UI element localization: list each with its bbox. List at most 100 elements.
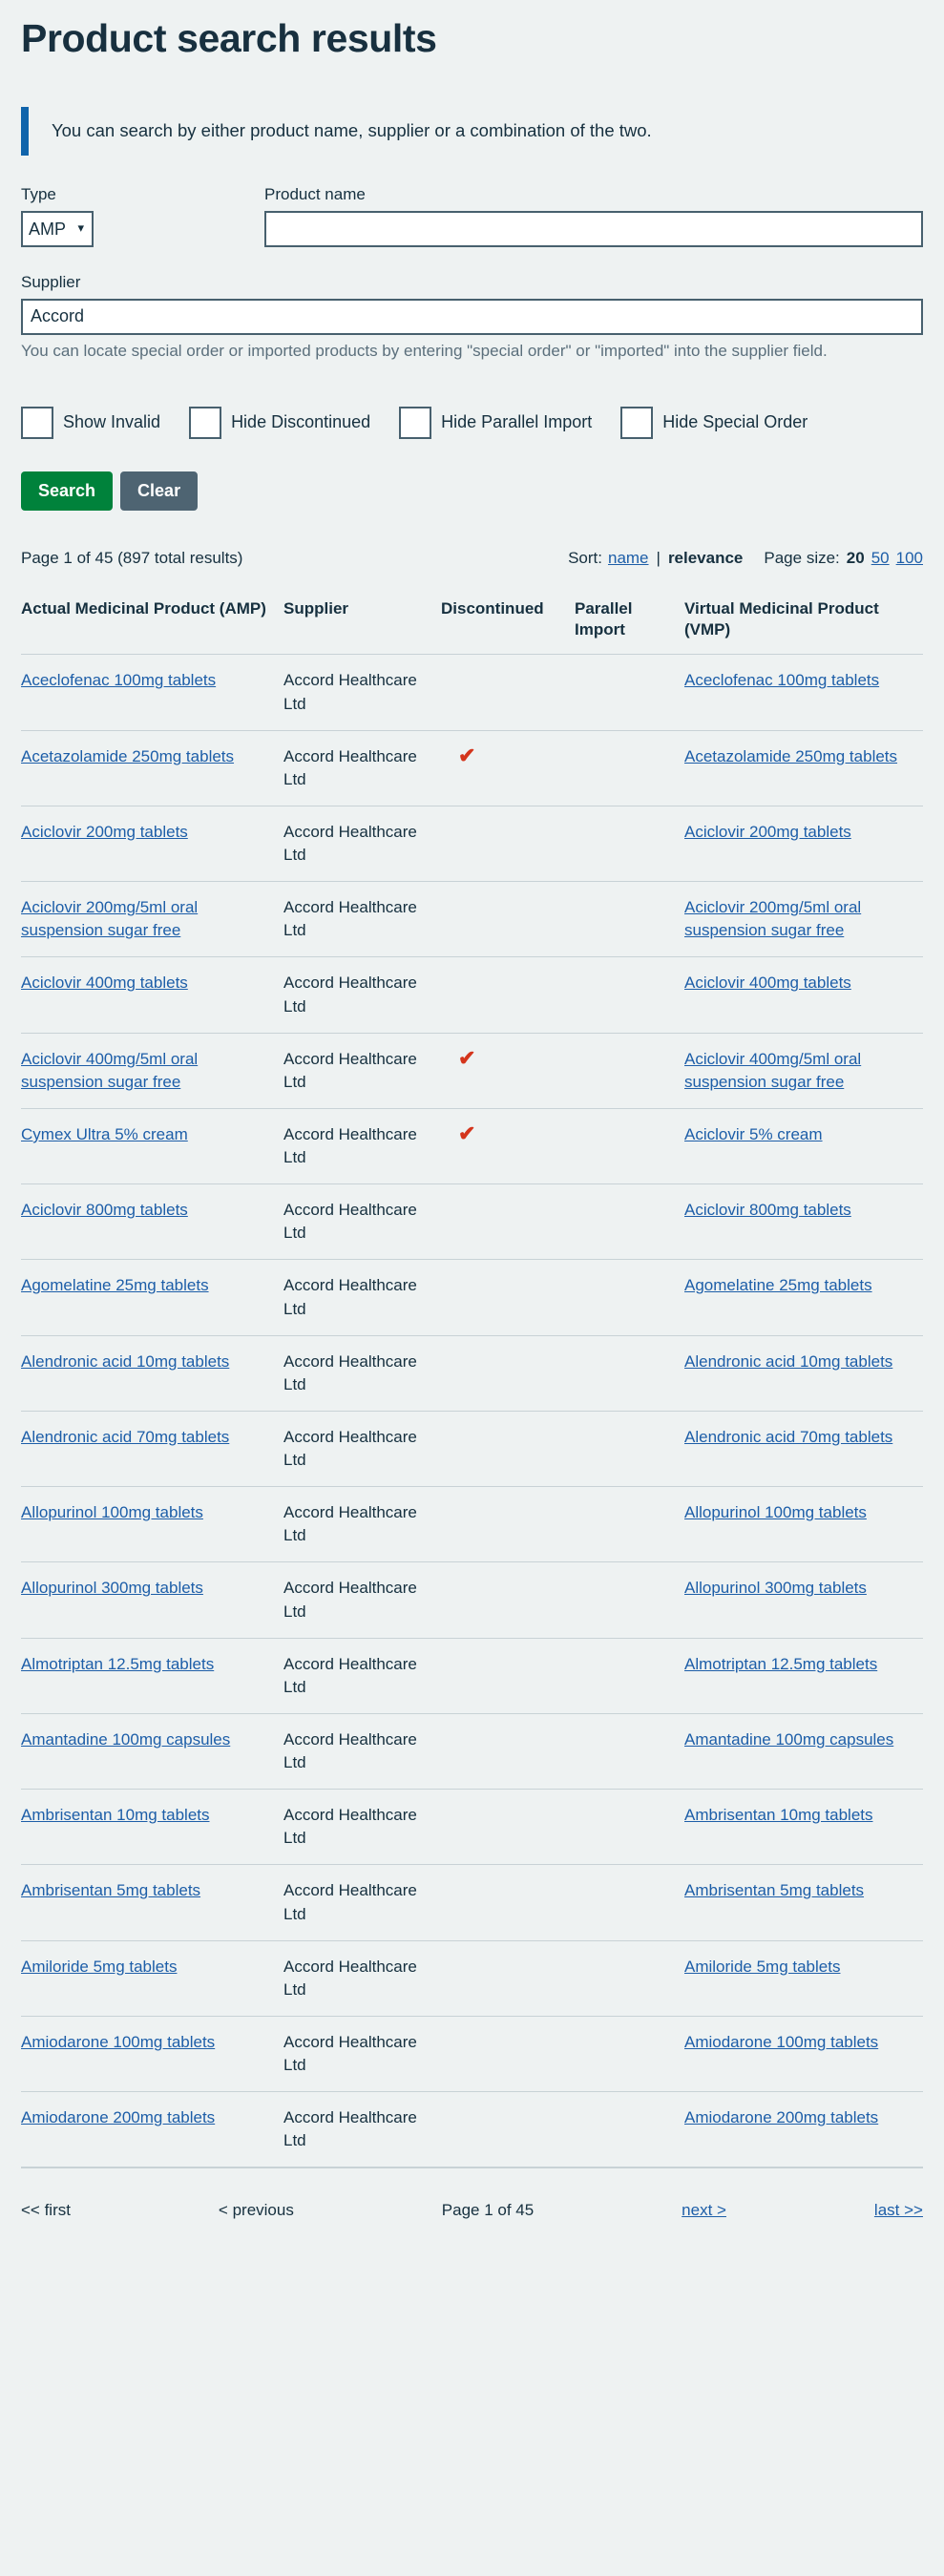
cell-parallel-import: [575, 1335, 684, 1412]
cell-discontinued: [441, 1940, 575, 2017]
cell-vmp: Alendronic acid 10mg tablets: [684, 1335, 923, 1412]
amp-link[interactable]: Alendronic acid 70mg tablets: [21, 1428, 229, 1446]
cell-supplier: Accord Healthcare Ltd: [283, 956, 441, 1034]
amp-link[interactable]: Amiloride 5mg tablets: [21, 1958, 177, 1976]
search-help-inset: You can search by either product name, s…: [21, 106, 923, 156]
cell-parallel-import: [575, 1789, 684, 1866]
amp-link[interactable]: Acetazolamide 250mg tablets: [21, 747, 234, 765]
page-size-label: Page size:: [764, 549, 840, 568]
amp-link[interactable]: Aciclovir 800mg tablets: [21, 1201, 188, 1219]
vmp-link[interactable]: Amiodarone 100mg tablets: [684, 2033, 878, 2051]
vmp-link[interactable]: Aciclovir 400mg tablets: [684, 974, 851, 992]
cell-parallel-import: [575, 1259, 684, 1336]
sort-label: Sort:: [568, 549, 602, 568]
checkbox-box-icon[interactable]: [399, 406, 432, 439]
vmp-link[interactable]: Acetazolamide 250mg tablets: [684, 747, 897, 765]
table-row: Aciclovir 400mg tablets Accord Healthcare…: [21, 956, 923, 1034]
cell-discontinued: [441, 1789, 575, 1866]
vmp-link[interactable]: Aciclovir 400mg/5ml oral suspension suga…: [684, 1050, 861, 1091]
amp-link[interactable]: Aceclofenac 100mg tablets: [21, 671, 216, 689]
cell-parallel-import: [575, 1561, 684, 1639]
vmp-link[interactable]: Aciclovir 5% cream: [684, 1125, 823, 1143]
amp-link[interactable]: Cymex Ultra 5% cream: [21, 1125, 188, 1143]
checkbox-hide-special-order[interactable]: Hide Special Order: [620, 406, 808, 439]
cell-discontinued: [441, 1259, 575, 1336]
cell-amp: Cymex Ultra 5% cream: [21, 1108, 283, 1185]
amp-link[interactable]: Amiodarone 100mg tablets: [21, 2033, 215, 2051]
amp-link[interactable]: Aciclovir 400mg/5ml oral suspension suga…: [21, 1050, 198, 1091]
cell-amp: Agomelatine 25mg tablets: [21, 1259, 283, 1336]
vmp-link[interactable]: Amiloride 5mg tablets: [684, 1958, 840, 1976]
sort-option-name[interactable]: name: [608, 549, 649, 568]
vmp-link[interactable]: Almotriptan 12.5mg tablets: [684, 1655, 877, 1673]
amp-link[interactable]: Amiodarone 200mg tablets: [21, 2108, 215, 2126]
type-select[interactable]: AMP: [21, 210, 94, 247]
vmp-link[interactable]: Allopurinol 100mg tablets: [684, 1503, 867, 1521]
cell-discontinued: [441, 881, 575, 958]
checkbox-hide-parallel-import[interactable]: Hide Parallel Import: [399, 406, 592, 439]
sort-separator: |: [656, 549, 661, 568]
cell-parallel-import: [575, 1183, 684, 1261]
sort-option-relevance[interactable]: relevance: [668, 549, 743, 568]
cell-discontinued: [441, 654, 575, 731]
cell-discontinued: [441, 2016, 575, 2093]
vmp-link[interactable]: Aciclovir 200mg tablets: [684, 823, 851, 841]
cell-amp: Aciclovir 200mg tablets: [21, 806, 283, 883]
table-row: Ambrisentan 10mg tablets Accord Healthcar…: [21, 1789, 923, 1866]
cell-discontinued: [441, 1183, 575, 1261]
clear-button[interactable]: Clear: [120, 471, 199, 512]
cell-supplier: Accord Healthcare Ltd: [283, 2091, 441, 2168]
vmp-link[interactable]: Agomelatine 25mg tablets: [684, 1276, 872, 1294]
supplier-label: Supplier: [21, 272, 81, 291]
amp-link[interactable]: Ambrisentan 5mg tablets: [21, 1881, 200, 1899]
supplier-input[interactable]: [21, 298, 923, 335]
vmp-link[interactable]: Allopurinol 300mg tablets: [684, 1579, 867, 1597]
vmp-link[interactable]: Ambrisentan 5mg tablets: [684, 1881, 864, 1899]
checkbox-box-icon[interactable]: [620, 406, 654, 439]
checkbox-box-icon[interactable]: [189, 406, 222, 439]
cell-discontinued: [441, 1335, 575, 1412]
supplier-hint: You can locate special order or imported…: [21, 341, 828, 360]
cell-supplier: Accord Healthcare Ltd: [283, 2016, 441, 2093]
table-row: Aciclovir 200mg/5ml oral suspension suga…: [21, 881, 923, 958]
cell-discontinued: ✔: [441, 1033, 575, 1109]
vmp-link[interactable]: Aciclovir 200mg/5ml oral suspension suga…: [684, 898, 861, 939]
header-parallel-import: Parallel Import: [575, 585, 684, 656]
amp-link[interactable]: Aciclovir 400mg tablets: [21, 974, 188, 992]
table-row: Aciclovir 800mg tablets Accord Healthcare…: [21, 1183, 923, 1261]
amp-link[interactable]: Agomelatine 25mg tablets: [21, 1276, 209, 1294]
page-size-100[interactable]: 100: [896, 549, 923, 568]
amp-link[interactable]: Ambrisentan 10mg tablets: [21, 1806, 210, 1824]
page-size-20[interactable]: 20: [847, 549, 865, 568]
cell-supplier: Accord Healthcare Ltd: [283, 1561, 441, 1639]
search-button[interactable]: Search: [21, 471, 114, 512]
amp-link[interactable]: Almotriptan 12.5mg tablets: [21, 1655, 214, 1673]
cell-amp: Aciclovir 800mg tablets: [21, 1183, 283, 1261]
vmp-link[interactable]: Ambrisentan 10mg tablets: [684, 1806, 873, 1824]
cell-supplier: Accord Healthcare Ltd: [283, 1638, 441, 1714]
vmp-link[interactable]: Amiodarone 200mg tablets: [684, 2108, 878, 2126]
cell-supplier: Accord Healthcare Ltd: [283, 1940, 441, 2017]
pagination-last[interactable]: last >>: [874, 2201, 923, 2220]
vmp-link[interactable]: Alendronic acid 10mg tablets: [684, 1352, 892, 1371]
vmp-link[interactable]: Amantadine 100mg capsules: [684, 1730, 893, 1749]
checkbox-hide-discontinued[interactable]: Hide Discontinued: [189, 406, 370, 439]
amp-link[interactable]: Allopurinol 100mg tablets: [21, 1503, 203, 1521]
vmp-link[interactable]: Alendronic acid 70mg tablets: [684, 1428, 892, 1446]
amp-link[interactable]: Amantadine 100mg capsules: [21, 1730, 230, 1749]
amp-link[interactable]: Aciclovir 200mg/5ml oral suspension suga…: [21, 898, 198, 939]
checkbox-box-icon[interactable]: [21, 406, 53, 439]
cell-vmp: Aciclovir 5% cream: [684, 1108, 923, 1185]
amp-link[interactable]: Allopurinol 300mg tablets: [21, 1579, 203, 1597]
pagination-next[interactable]: next >: [682, 2201, 726, 2220]
cell-amp: Amiodarone 200mg tablets: [21, 2091, 283, 2168]
amp-link[interactable]: Alendronic acid 10mg tablets: [21, 1352, 229, 1371]
cell-vmp: Allopurinol 300mg tablets: [684, 1561, 923, 1639]
product-name-input[interactable]: [264, 210, 923, 247]
checkbox-show-invalid[interactable]: Show Invalid: [21, 406, 160, 439]
vmp-link[interactable]: Aceclofenac 100mg tablets: [684, 671, 879, 689]
cell-supplier: Accord Healthcare Ltd: [283, 1789, 441, 1866]
page-size-50[interactable]: 50: [871, 549, 890, 568]
vmp-link[interactable]: Aciclovir 800mg tablets: [684, 1201, 851, 1219]
amp-link[interactable]: Aciclovir 200mg tablets: [21, 823, 188, 841]
